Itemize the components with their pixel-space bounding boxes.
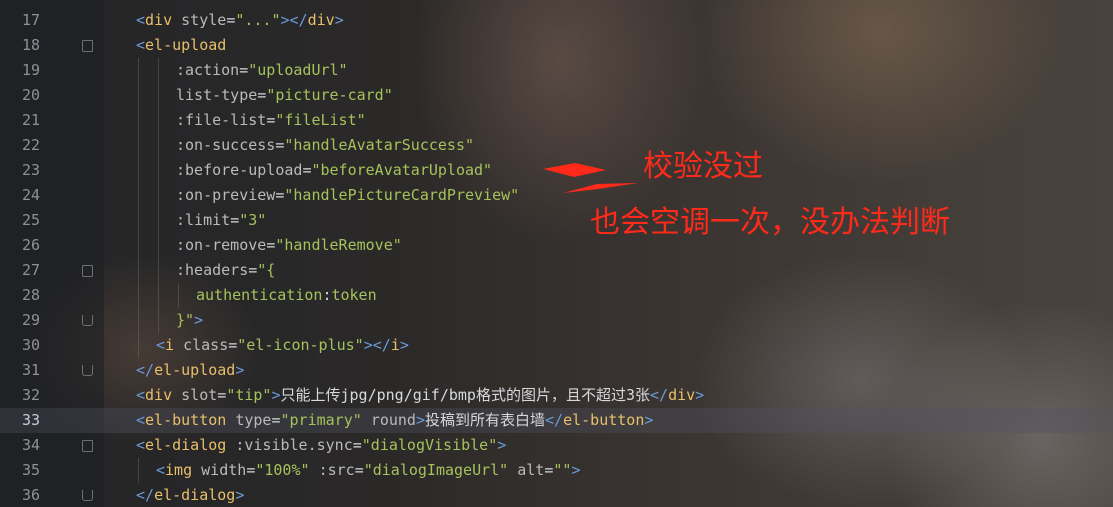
code-editor[interactable]: 17 <div style="..."></div> 18 <el-upload 19:… bbox=[0, 0, 1113, 507]
annotation-arrows bbox=[543, 163, 638, 193]
arrow-to-before-upload bbox=[543, 163, 606, 177]
arrow-to-on-preview bbox=[563, 183, 638, 193]
annotation-validation-failed: 校验没过 bbox=[643, 149, 763, 184]
annotation-still-called: 也会空调一次，没办法判断 bbox=[590, 205, 950, 240]
